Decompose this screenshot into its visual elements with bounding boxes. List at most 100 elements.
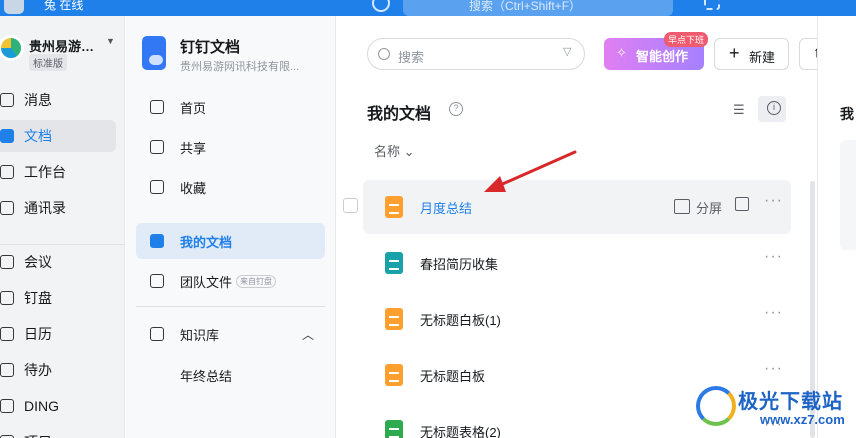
whiteboard-icon (385, 196, 403, 218)
more-icon[interactable]: ··· (764, 360, 783, 378)
nav-item-calendar[interactable]: 日历 (0, 318, 116, 350)
nav-item-label: DING (24, 398, 59, 414)
sidebar-item-my-docs[interactable]: 我的文档 (136, 223, 325, 259)
doc-name[interactable]: 无标题白板(1) (420, 310, 501, 329)
doc-name[interactable]: 月度总结 (420, 198, 472, 217)
form-icon (385, 252, 403, 274)
sidebar-item-shared[interactable]: 共享 (136, 129, 325, 165)
doc-search-input[interactable]: 搜索 (367, 38, 585, 70)
info-icon[interactable] (758, 96, 786, 122)
more-icon[interactable]: ··· (764, 192, 783, 210)
column-header-name[interactable]: 名称 ⌄ (374, 141, 415, 160)
doc-name[interactable]: 无标题白板 (420, 366, 485, 385)
phone-icon (0, 255, 14, 269)
nav-item-label: 文档 (24, 128, 52, 144)
sidebar-item-label: 团队文件 (180, 274, 233, 290)
nav-item-drive[interactable]: 钉盘 (0, 282, 116, 314)
org-name: 贵州易游… (29, 39, 95, 54)
sidebar-item-label: 我的文档 (180, 234, 233, 250)
filter-icon[interactable]: ▽ (563, 45, 571, 58)
chevron-down-icon[interactable]: ▼ (106, 36, 115, 46)
row-checkbox[interactable] (343, 198, 358, 213)
sidebar-subitem-year-summary[interactable]: 年终总结 (180, 366, 232, 385)
nav-item-label: 项目 (24, 432, 52, 438)
nav-item-contacts[interactable]: 通讯录 (0, 192, 116, 224)
open-new-window-icon[interactable] (735, 197, 749, 211)
help-icon[interactable]: ? (449, 102, 463, 116)
user-status[interactable]: 兔 在线 (44, 0, 83, 13)
main-content: 搜索 ▽ 智能创作 早点下班 新建 上传 我的文档 ? ☰ 名称 ⌄ 月度总结 … (337, 16, 856, 438)
nav-item-docs[interactable]: 文档 (0, 120, 116, 152)
nav-item-label: 消息 (24, 92, 52, 108)
chevron-up-icon[interactable]: ︿ (302, 326, 314, 343)
divider (136, 306, 325, 307)
avatar[interactable] (4, 0, 24, 14)
whiteboard-icon (385, 308, 403, 330)
whiteboard-icon (385, 364, 403, 386)
nav-item-label: 通讯录 (24, 200, 66, 216)
team-icon (150, 274, 164, 288)
docs-sidebar: 钉钉文档 贵州易游网讯科技有限... 首页 共享 收藏 我的文档 团队文件 来自钉… (126, 16, 336, 438)
list-item[interactable]: 无标题白板(1) ··· (363, 292, 791, 346)
global-search-input[interactable]: 搜索（Ctrl+Shift+F） (403, 0, 673, 16)
source-tag: 来自钉盘 (236, 274, 277, 288)
calendar-icon (0, 327, 14, 341)
sort-icon[interactable]: ☰ (733, 102, 745, 118)
star-icon (150, 180, 164, 194)
more-icon[interactable]: ··· (764, 304, 783, 322)
sidebar-item-label: 知识库 (180, 327, 220, 343)
sidebar-item-label: 首页 (180, 100, 207, 116)
column-header-label: 名称 (374, 144, 401, 159)
nav-item-meeting[interactable]: 会议 (0, 246, 116, 278)
nav-item-label: 日历 (24, 326, 52, 342)
title-bar: 兔 在线 搜索（Ctrl+Shift+F） (0, 0, 856, 16)
list-item[interactable]: 月度总结 分屏 ··· (343, 180, 791, 234)
detail-panel: 我 (817, 16, 856, 438)
page-title: 我的文档 (367, 106, 432, 123)
watermark-swirl-icon (696, 386, 736, 426)
docs-title: 钉钉文档 (180, 39, 241, 56)
split-screen-button[interactable]: 分屏 (674, 198, 722, 217)
contacts-icon (0, 201, 14, 215)
org-badge: 标准版 (29, 54, 67, 71)
sidebar-item-label: 收藏 (180, 180, 207, 196)
history-icon[interactable] (372, 0, 390, 12)
watermark-url: www.xz7.com (760, 412, 845, 427)
new-button[interactable]: 新建 (714, 38, 789, 70)
more-icon[interactable]: ··· (764, 248, 783, 266)
ai-promo-badge: 早点下班 (664, 32, 709, 47)
bolt-icon (0, 399, 14, 413)
nav-item-todo[interactable]: 待办 (0, 354, 116, 386)
nav-item-label: 待办 (24, 362, 52, 378)
nav-item-label: 钉盘 (24, 290, 52, 306)
grid-icon (0, 165, 14, 179)
check-icon (0, 363, 14, 377)
nav-item-project[interactable]: 项目 (0, 426, 116, 438)
list-item[interactable]: 春招简历收集 ··· (363, 236, 791, 290)
org-switcher[interactable]: 贵州易游… ▼ 标准版 (0, 16, 125, 72)
doc-name[interactable]: 春招简历收集 (420, 254, 498, 273)
sidebar-item-team-files[interactable]: 团队文件 来自钉盘 (136, 263, 325, 299)
sheet-icon (385, 420, 403, 438)
doc-icon (0, 129, 14, 143)
nav-item-messages[interactable]: 消息 (0, 84, 116, 116)
sidebar-item-favorites[interactable]: 收藏 (136, 169, 325, 205)
sidebar-item-knowledge-base[interactable]: 知识库 (136, 316, 325, 352)
sidebar-item-home[interactable]: 首页 (136, 89, 325, 125)
watermark-logo: 极光下载站 www.xz7.com (694, 380, 854, 436)
nav-item-ding[interactable]: DING (0, 390, 116, 422)
detail-card (840, 140, 856, 250)
sidebar-item-label: 共享 (180, 140, 207, 156)
share-icon (150, 140, 164, 154)
home-icon (150, 100, 164, 114)
apps-icon[interactable] (704, 0, 720, 10)
docs-logo-icon (142, 36, 166, 70)
detail-panel-title: 我 (840, 106, 854, 122)
doc-name[interactable]: 无标题表格(2) (420, 422, 501, 438)
divider (0, 244, 125, 245)
nav-item-workbench[interactable]: 工作台 (0, 156, 116, 188)
nav-item-label: 会议 (24, 254, 52, 270)
org-logo (0, 35, 24, 61)
nav-item-label: 工作台 (24, 164, 66, 180)
cloud-icon (0, 291, 14, 305)
